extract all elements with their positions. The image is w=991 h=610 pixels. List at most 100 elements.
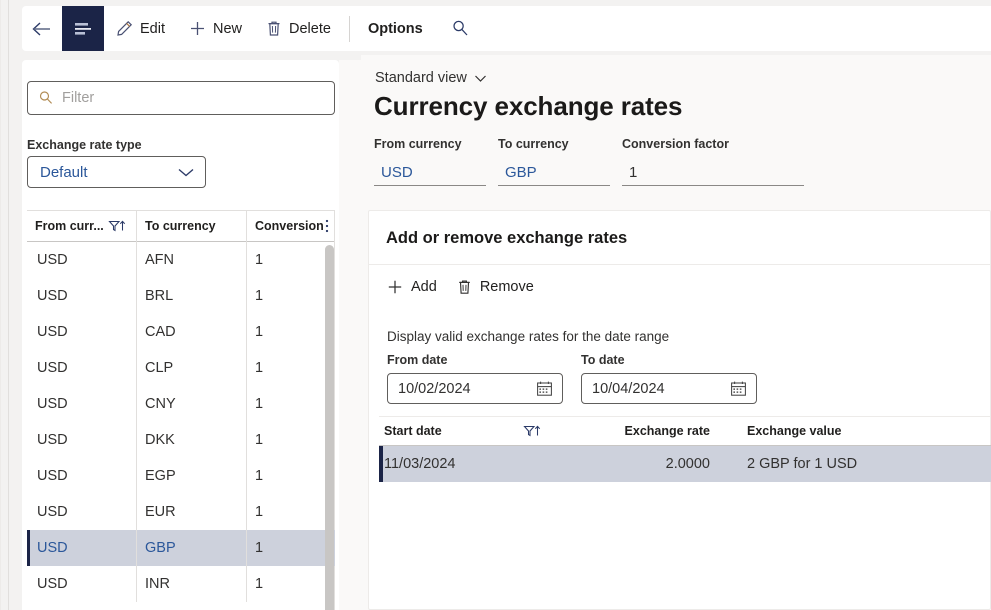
cell-exchange-rate: 2.0000: [665, 456, 710, 472]
column-label-exchange-value: Exchange value: [747, 424, 842, 438]
cell-from-currency: USD: [27, 314, 137, 350]
cell-conversion-factor: 1: [255, 252, 264, 268]
new-button-label: New: [213, 20, 243, 37]
add-remove-rates-card: Add or remove exchange rates Add Remove …: [368, 210, 991, 610]
cell-from-currency: USD: [27, 278, 137, 314]
calendar-icon[interactable]: [730, 380, 747, 397]
column-label-exchange-rate: Exchange rate: [624, 424, 710, 438]
column-header-to-currency[interactable]: To currency: [137, 210, 247, 242]
column-header-exchange-value[interactable]: Exchange value: [712, 424, 912, 438]
list-menu-icon: [73, 22, 93, 36]
column-header-from-currency[interactable]: From curr...: [27, 210, 137, 242]
column-label-from-currency: From curr...: [35, 219, 104, 233]
column-header-conversion[interactable]: Conversion: [247, 210, 335, 242]
edit-button[interactable]: Edit: [104, 6, 177, 51]
filter-field[interactable]: [27, 81, 335, 115]
cell-to-currency: EUR: [137, 494, 247, 530]
table-row[interactable]: USD AFN 1: [27, 242, 335, 278]
exchange-rates-grid: Start date Exchange rate Exchange value: [379, 416, 991, 482]
field-value-to-currency[interactable]: GBP: [498, 160, 610, 186]
show-list-button[interactable]: [62, 6, 104, 51]
field-conversion-factor: Conversion factor 1: [622, 137, 812, 186]
field-label-from-currency: From currency: [374, 137, 462, 151]
delete-button[interactable]: Delete: [254, 6, 343, 51]
from-date-field: From date 10/02/2024: [387, 353, 563, 404]
back-button[interactable]: [22, 6, 62, 51]
table-row[interactable]: USD DKK 1: [27, 422, 335, 458]
cell-to-currency: INR: [137, 566, 247, 602]
table-row[interactable]: USD EGP 1: [27, 458, 335, 494]
to-date-label: To date: [581, 353, 625, 367]
table-row[interactable]: USD CNY 1: [27, 386, 335, 422]
delete-button-label: Delete: [289, 20, 331, 37]
grid-vertical-scrollbar[interactable]: [325, 245, 334, 610]
cell-to-currency: CAD: [137, 314, 247, 350]
cell-conversion-factor: 1: [255, 468, 264, 484]
cell-from-currency: USD: [27, 458, 137, 494]
exchange-rate-type-label: Exchange rate type: [27, 138, 142, 152]
grid-body: USD AFN 1 USD BRL 1 USD CAD 1 USD CLP 1 USD CNY 1 USD DK…: [27, 242, 335, 602]
table-row[interactable]: USD GBP 1: [27, 530, 335, 566]
arrow-left-icon: [31, 20, 53, 38]
calendar-icon[interactable]: [536, 380, 553, 397]
add-rate-label: Add: [411, 279, 437, 295]
table-row[interactable]: USD CLP 1: [27, 350, 335, 386]
to-date-input[interactable]: 10/04/2024: [581, 373, 757, 404]
table-row[interactable]: USD BRL 1: [27, 278, 335, 314]
cell-from-currency: USD: [27, 422, 137, 458]
add-rate-button[interactable]: Add: [387, 279, 437, 295]
header-fields: From currency USD To currency GBP Conver…: [374, 137, 812, 186]
field-value-conversion-factor[interactable]: 1: [622, 160, 804, 186]
cell-conversion-factor: 1: [255, 396, 264, 412]
new-button[interactable]: New: [177, 6, 254, 51]
from-date-input[interactable]: 10/02/2024: [387, 373, 563, 404]
cell-exchange-value: 2 GBP for 1 USD: [747, 456, 858, 472]
field-label-conversion-factor: Conversion factor: [622, 137, 729, 151]
table-row[interactable]: USD CAD 1: [27, 314, 335, 350]
options-button-label: Options: [367, 20, 423, 37]
filter-sort-asc-icon[interactable]: [108, 219, 128, 233]
card-title: Add or remove exchange rates: [386, 229, 628, 247]
trash-icon: [266, 20, 282, 37]
column-label-to-currency: To currency: [145, 219, 216, 233]
options-button[interactable]: Options: [356, 6, 435, 51]
remove-rate-label: Remove: [479, 279, 534, 295]
grid-header-row: From curr... To currency Conversion: [27, 210, 335, 242]
rail-divider-line: [8, 0, 9, 610]
view-selector[interactable]: Standard view: [375, 70, 487, 86]
to-date-value: 10/04/2024: [592, 380, 665, 397]
cell-conversion-factor: 1: [255, 360, 264, 376]
detail-pane: Standard view Currency exchange rates Fr…: [361, 55, 991, 610]
cell-to-currency: CLP: [137, 350, 247, 386]
chevron-down-icon: [177, 167, 195, 178]
search-button[interactable]: [435, 6, 484, 51]
app-root: Edit New Delete Options Filter Exchange …: [0, 0, 991, 610]
filter-input[interactable]: [62, 90, 324, 106]
column-header-start-date[interactable]: Start date: [379, 424, 579, 438]
exchange-rate-type-select[interactable]: Default: [27, 156, 206, 188]
plus-icon: [387, 279, 403, 295]
from-date-label: From date: [387, 353, 448, 367]
card-action-bar: Add Remove: [387, 279, 534, 295]
field-value-from-currency[interactable]: USD: [374, 160, 486, 186]
panel-splitter[interactable]: [339, 60, 692, 610]
filter-sort-asc-icon[interactable]: [523, 424, 543, 438]
cell-conversion-factor: 1: [255, 288, 264, 304]
field-from-currency: From currency USD: [374, 137, 498, 186]
to-date-field: To date 10/04/2024: [581, 353, 757, 404]
column-header-exchange-rate[interactable]: Exchange rate: [579, 424, 712, 438]
table-row[interactable]: USD EUR 1: [27, 494, 335, 530]
remove-rate-button[interactable]: Remove: [457, 279, 534, 295]
search-icon: [451, 19, 470, 38]
cell-from-currency: USD: [27, 350, 137, 386]
rates-table-row[interactable]: 11/03/2024 2.0000 2 GBP for 1 USD: [379, 446, 991, 482]
cell-to-currency: BRL: [137, 278, 247, 314]
column-label-start-date: Start date: [384, 424, 442, 438]
cell-from-currency: USD: [27, 386, 137, 422]
cell-from-currency: USD: [27, 242, 137, 278]
cell-conversion-factor: 1: [255, 540, 264, 556]
table-row[interactable]: USD INR 1: [27, 566, 335, 602]
toolbar-separator: [348, 15, 350, 42]
more-vertical-icon[interactable]: [324, 218, 330, 234]
rates-grid-header-row: Start date Exchange rate Exchange value: [379, 416, 991, 446]
